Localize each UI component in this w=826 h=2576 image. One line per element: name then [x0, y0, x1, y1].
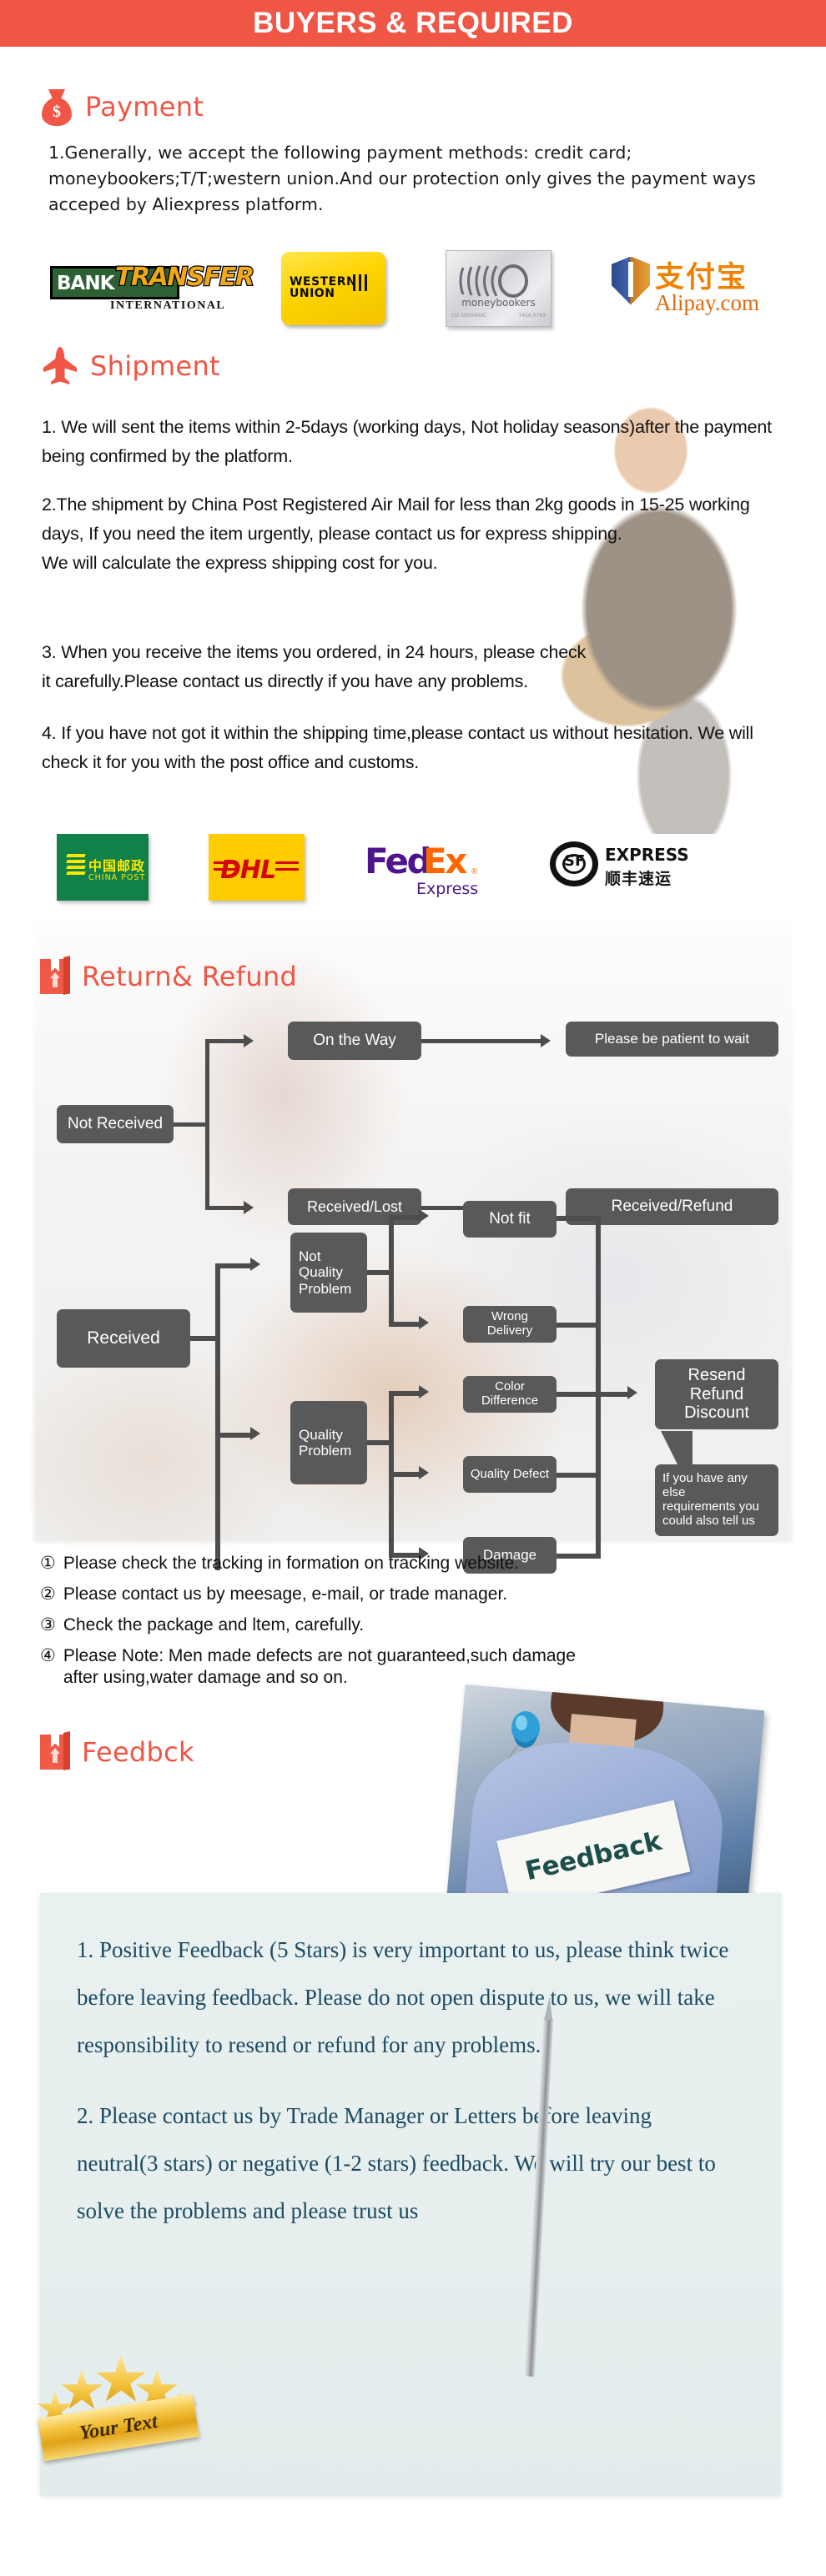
dhl-word: DHL — [220, 856, 276, 885]
return-refund-notes-list: ① Please check the tracking in formation… — [40, 1553, 791, 1698]
airplane-icon — [42, 346, 78, 386]
fedex-logo: Fed Ex ® Express — [365, 834, 490, 901]
flow-node-please-be-patient: Please be patient to wait — [566, 1022, 778, 1057]
bank-transfer-word-bank: BANK — [57, 273, 114, 294]
fedex-registered-mark: ® — [471, 867, 478, 876]
fedex-fed: Fed — [365, 841, 432, 881]
western-union-logo: WESTERN UNION — [281, 252, 385, 325]
alipay-domain: Alipay.com — [655, 289, 759, 315]
flowchart-received: Received Not Quality Problem Quality Pro… — [0, 1201, 826, 1574]
flow-note-any-else-requirements: If you have any else requirements you co… — [655, 1464, 778, 1536]
buyers-required-page: BUYERS & REQUIRED $ Payment 1.Generally,… — [0, 0, 826, 2576]
feedback-paragraph-2: 2. Please contact us by Trade Manager or… — [77, 2103, 716, 2223]
list-item-number: ③ — [40, 1615, 56, 1634]
list-item-text: Please Note: Men made defects are not gu… — [63, 1646, 576, 1687]
money-bag-icon: $ — [40, 88, 73, 126]
shipment-paragraph-2: 2.The shipment by China Post Registered … — [42, 495, 750, 573]
sf-mark: SF — [564, 852, 586, 870]
flow-node-resend-refund-discount: Resend Refund Discount — [655, 1359, 778, 1429]
section-title-return-refund: Return& Refund — [82, 961, 298, 992]
list-item-number: ① — [40, 1554, 56, 1573]
box-icon — [40, 956, 70, 995]
flow-node-not-received: Not Received — [57, 1105, 174, 1143]
china-post-logo: 中国邮政 CHINA POST — [57, 834, 149, 901]
moneybookers-micro-right: 7416 0793 — [518, 313, 546, 319]
section-title-shipment: Shipment — [90, 350, 220, 382]
list-item-text: Please check the tracking in formation o… — [63, 1554, 520, 1573]
moneybookers-word: moneybookers — [461, 297, 536, 309]
dhl-logo: DHL — [209, 834, 305, 901]
badge-text: Your Text — [78, 2410, 159, 2444]
flow-node-received: Received — [57, 1309, 190, 1368]
pushpin-icon — [501, 1710, 549, 1770]
flow-node-wrong-delivery: Wrong Delivery — [463, 1306, 557, 1343]
china-post-english: CHINA POST — [88, 873, 146, 882]
moneybookers-logo: moneybookers CO-1000400C 7416 0793 — [446, 250, 552, 327]
section-header-return-refund: Return& Refund — [40, 956, 298, 995]
bank-transfer-word-transfer: TRANSFER — [114, 262, 256, 294]
feedback-paragraph-1: 1. Positive Feedback (5 Stars) is very i… — [77, 1937, 729, 2057]
feedback-sign-text: Feedback — [522, 1825, 665, 1887]
star-icon — [96, 2354, 146, 2402]
flow-node-not-quality-problem: Not Quality Problem — [290, 1233, 367, 1313]
flow-node-on-the-way: On the Way — [288, 1022, 421, 1060]
list-item: ④ Please Note: Men made defects are not … — [40, 1645, 791, 1689]
feedback-paragraphs: 1. Positive Feedback (5 Stars) is very i… — [77, 1926, 736, 2258]
section-header-shipment: Shipment — [42, 346, 220, 386]
shipment-paragraph-3: 3. When you receive the items you ordere… — [42, 642, 587, 691]
list-item-text: Check the package and ltem, carefully. — [63, 1615, 365, 1634]
sf-express-word: EXPRESS — [605, 845, 689, 865]
section-header-feedback: Feedbck — [40, 1731, 194, 1770]
bank-transfer-word-international: INTERNATIONAL — [110, 299, 226, 312]
list-item-number: ② — [40, 1584, 56, 1604]
star-ribbon-badge: Your Text — [35, 2348, 202, 2481]
list-item: ① Please check the tracking in formation… — [40, 1553, 791, 1574]
list-item-number: ④ — [40, 1646, 56, 1665]
china-post-mark-icon — [66, 854, 86, 876]
box-icon — [40, 1731, 70, 1770]
flow-node-quality-problem: Quality Problem — [290, 1401, 367, 1484]
bank-transfer-logo: BANK TRANSFER INTERNATIONAL — [50, 256, 255, 321]
shipment-logo-row: 中国邮政 CHINA POST DHL Fed Ex ® Express SF … — [57, 834, 692, 901]
wu-line1: WESTERN — [290, 275, 357, 289]
sf-express-logo: SF EXPRESS 顺丰速运 — [550, 838, 692, 896]
list-item-text: Please contact us by meesage, e-mail, or… — [63, 1584, 508, 1604]
section-header-payment: $ Payment — [40, 88, 204, 126]
china-post-chinese: 中国邮政 — [88, 858, 146, 874]
page-banner: BUYERS & REQUIRED — [0, 0, 826, 47]
payment-body-text: 1.Generally, we accept the following pay… — [48, 143, 756, 214]
flow-node-color-difference: Color Difference — [463, 1376, 557, 1413]
section-title-payment: Payment — [85, 91, 204, 123]
western-union-bars-icon — [353, 274, 371, 291]
section-title-feedback: Feedbck — [82, 1736, 194, 1768]
alipay-shield-icon — [612, 256, 650, 305]
payment-logo-row: BANK TRANSFER INTERNATIONAL WESTERN UNIO… — [50, 250, 791, 327]
alipay-logo: 支付宝 Alipay.com — [612, 254, 791, 324]
page-title: BUYERS & REQUIRED — [253, 7, 573, 39]
wu-line2: UNION — [290, 287, 335, 300]
list-item: ③ Check the package and ltem, carefully. — [40, 1614, 791, 1636]
callout-tail — [661, 1431, 693, 1468]
shipment-paragraph-1: 1. We will sent the items within 2-5days… — [42, 417, 772, 466]
flow-node-not-fit: Not fit — [463, 1201, 557, 1238]
shipment-paragraph-4: 4. If you have not got it within the shi… — [42, 723, 753, 772]
list-item: ② Please contact us by meesage, e-mail, … — [40, 1584, 791, 1605]
flow-node-quality-defect: Quality Defect — [463, 1456, 557, 1493]
sf-chinese: 顺丰速运 — [605, 870, 672, 888]
fedex-ex: Ex — [423, 841, 467, 881]
fedex-express-word: Express — [416, 880, 479, 898]
moneybookers-micro-left: CO-1000400C — [451, 313, 487, 319]
